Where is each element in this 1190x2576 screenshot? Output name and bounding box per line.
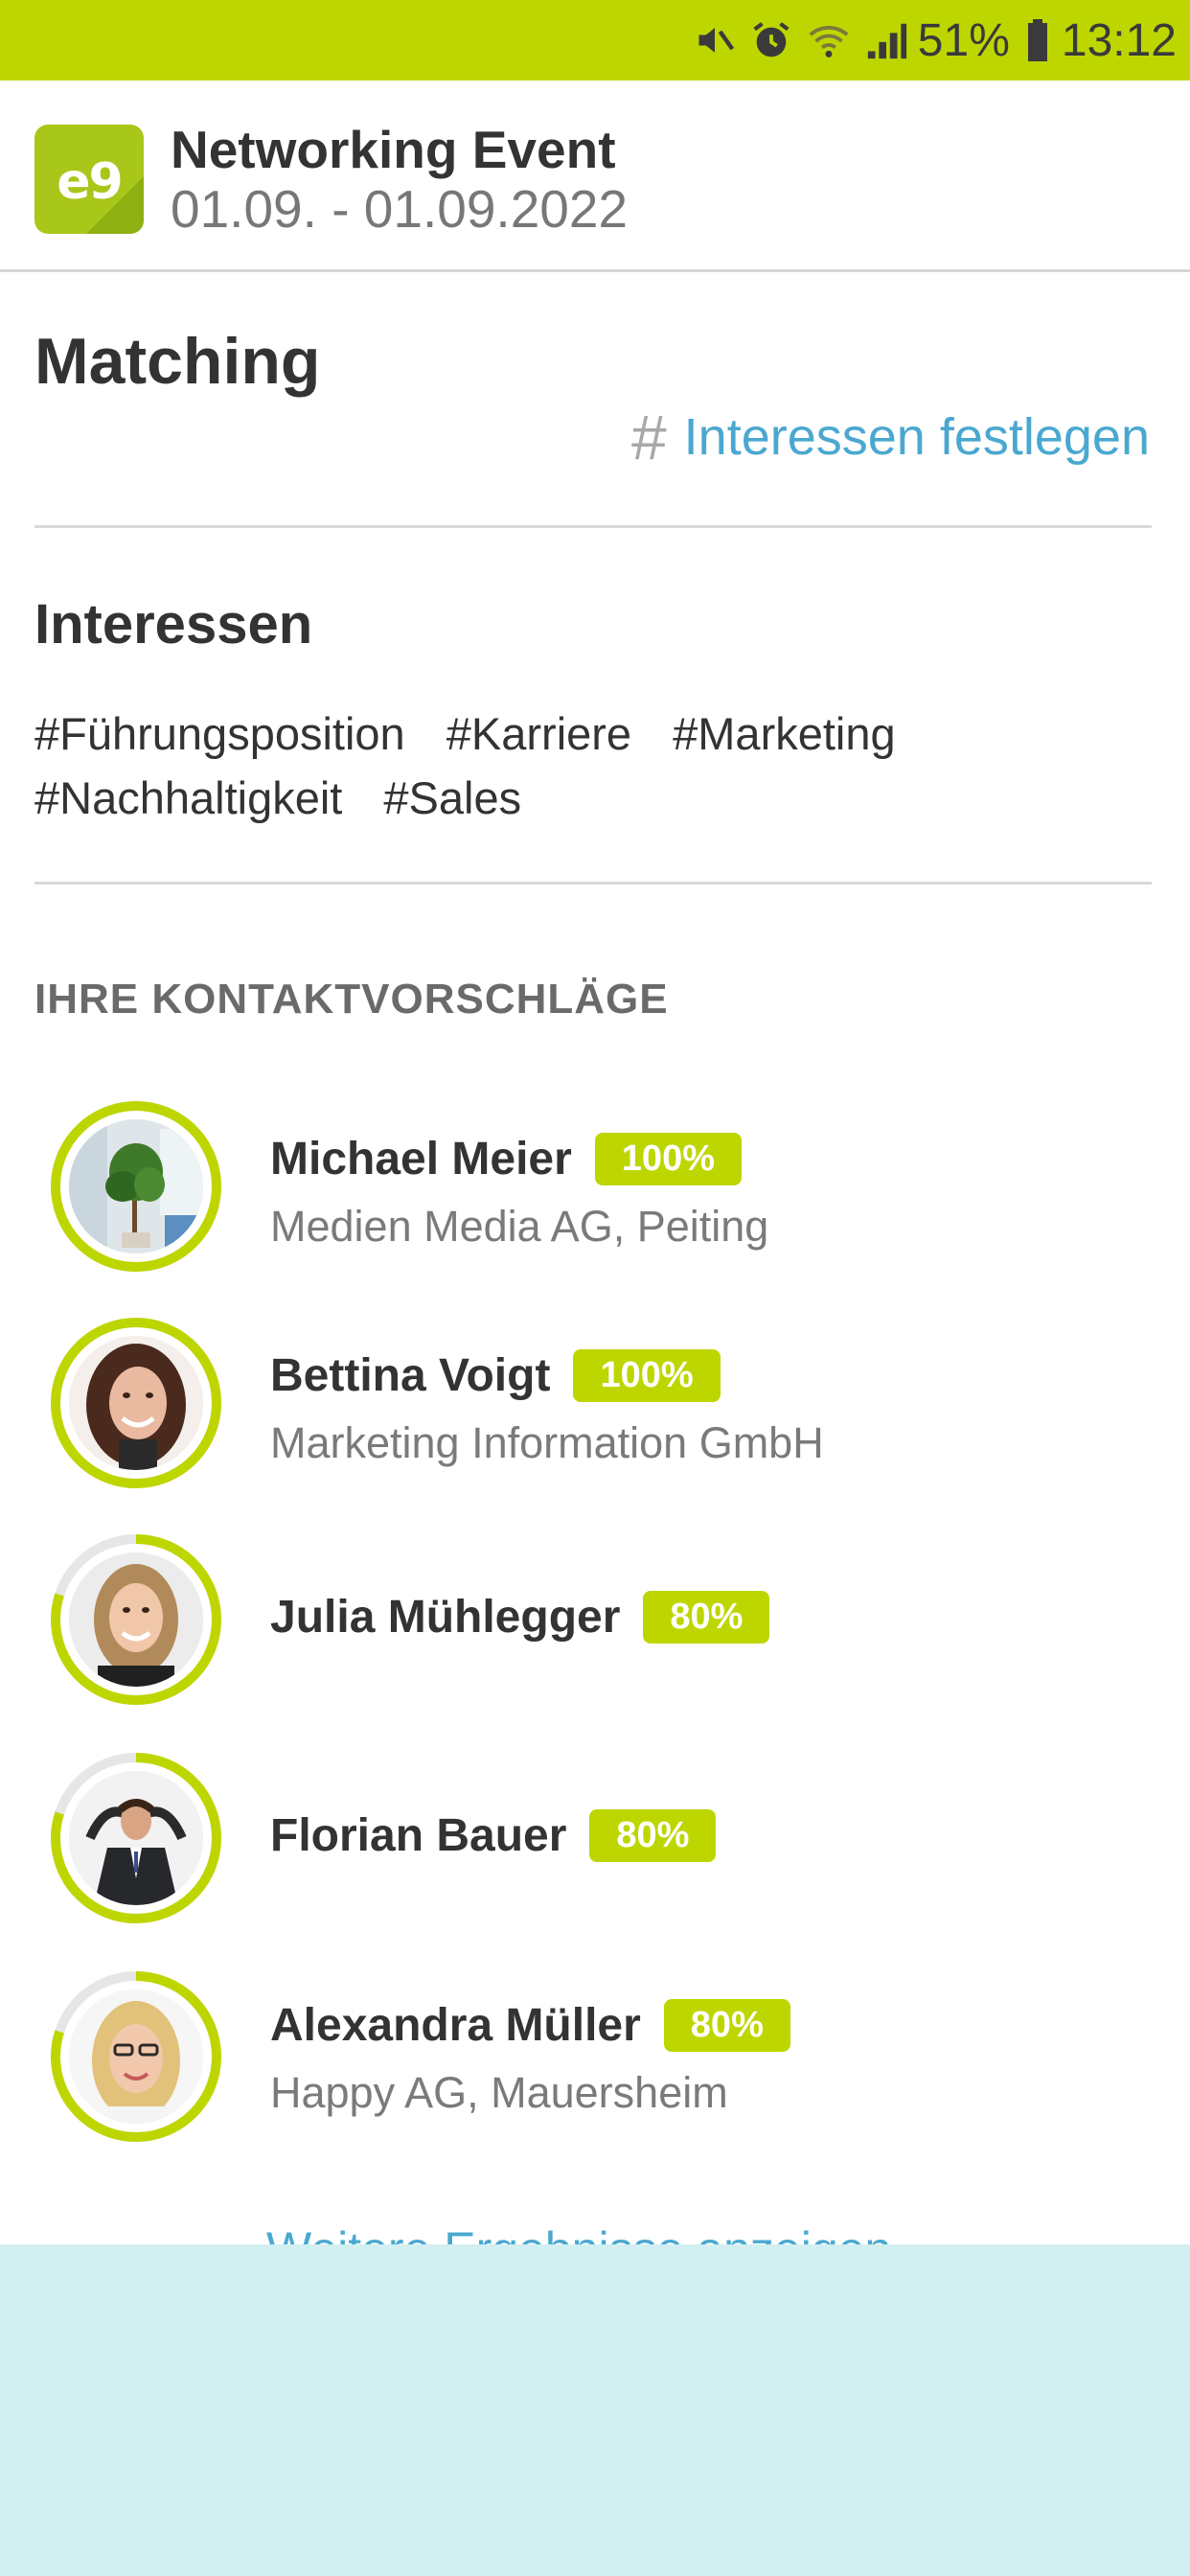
interest-tag: #Marketing [673, 708, 896, 759]
match-ring [50, 1317, 222, 1489]
interest-tag: #Sales [383, 772, 522, 823]
contact-name-text: Julia Mühlegger [270, 1592, 621, 1643]
match-ring [50, 1100, 222, 1273]
interest-tag: #Nachhaltigkeit [34, 772, 343, 823]
suggestions-heading: IHRE KONTAKTVORSCHLÄGE [34, 976, 669, 1023]
interest-tag: #Karriere [446, 708, 632, 759]
page-title: Matching [34, 325, 321, 398]
match-badge: 80% [643, 1591, 770, 1644]
set-interests-label: Interessen festlegen [683, 408, 1150, 466]
signal-icon [864, 18, 908, 62]
event-title: Networking Event [171, 120, 616, 179]
contact-company: Happy AG, Mauersheim [270, 2068, 728, 2117]
contact-name-text: Michael Meier [270, 1134, 572, 1184]
contact-row[interactable]: Florian Bauer 80% [0, 1752, 1190, 1944]
avatar [69, 1552, 203, 1687]
match-ring [50, 1533, 222, 1706]
status-bar: 51% 13:12 [0, 0, 1190, 80]
contact-name: Bettina Voigt 100% [270, 1349, 721, 1402]
match-badge: 100% [573, 1349, 721, 1402]
match-badge: 100% [594, 1133, 742, 1185]
set-interests-link[interactable]: # Interessen festlegen [631, 401, 1150, 473]
contact-name-text: Florian Bauer [270, 1810, 567, 1861]
contact-name-text: Bettina Voigt [270, 1350, 551, 1401]
contact-name: Julia Mühlegger 80% [270, 1591, 770, 1644]
event-header: e9 Networking Event 01.09. - 01.09.2022 [0, 80, 1190, 272]
battery-percent: 51% [917, 14, 1010, 66]
avatar [69, 1336, 203, 1470]
logo-text: e9 [57, 153, 123, 211]
contact-row[interactable]: Bettina Voigt 100% Marketing Information… [0, 1313, 1190, 1505]
avatar [69, 1771, 203, 1905]
wifi-icon [807, 18, 851, 62]
contact-row[interactable]: Michael Meier 100% Medien Media AG, Peit… [0, 1094, 1190, 1286]
clock: 13:12 [1061, 14, 1177, 66]
match-badge: 80% [663, 1999, 790, 2052]
match-ring [50, 1970, 222, 2143]
contact-company: Marketing Information GmbH [270, 1418, 824, 1467]
divider [34, 882, 1152, 885]
avatar [69, 1119, 203, 1254]
match-ring [50, 1752, 222, 1924]
interest-tags: #Führungsposition #Karriere #Marketing #… [34, 702, 1156, 830]
contact-name: Michael Meier 100% [270, 1133, 742, 1185]
contact-company: Medien Media AG, Peiting [270, 1202, 769, 1251]
contact-name-text: Alexandra Müller [270, 2000, 641, 2051]
battery-icon [1023, 17, 1052, 63]
match-badge: 80% [589, 1809, 717, 1862]
mute-icon [694, 19, 736, 61]
divider [34, 525, 1152, 528]
avatar [69, 1990, 203, 2124]
hash-icon: # [630, 402, 667, 472]
event-logo[interactable]: e9 [34, 125, 144, 234]
contact-row[interactable]: Julia Mühlegger 80% [0, 1533, 1190, 1725]
event-dates: 01.09. - 01.09.2022 [171, 179, 629, 239]
interests-heading: Interessen [34, 593, 313, 656]
contact-name: Florian Bauer 80% [270, 1809, 717, 1862]
interest-tag: #Führungsposition [34, 708, 405, 759]
bottom-overlay [0, 2244, 1190, 2576]
contact-name: Alexandra Müller 80% [270, 1999, 790, 2052]
alarm-icon [749, 18, 793, 62]
contact-row[interactable]: Alexandra Müller 80% Happy AG, Mauershei… [0, 1970, 1190, 2162]
